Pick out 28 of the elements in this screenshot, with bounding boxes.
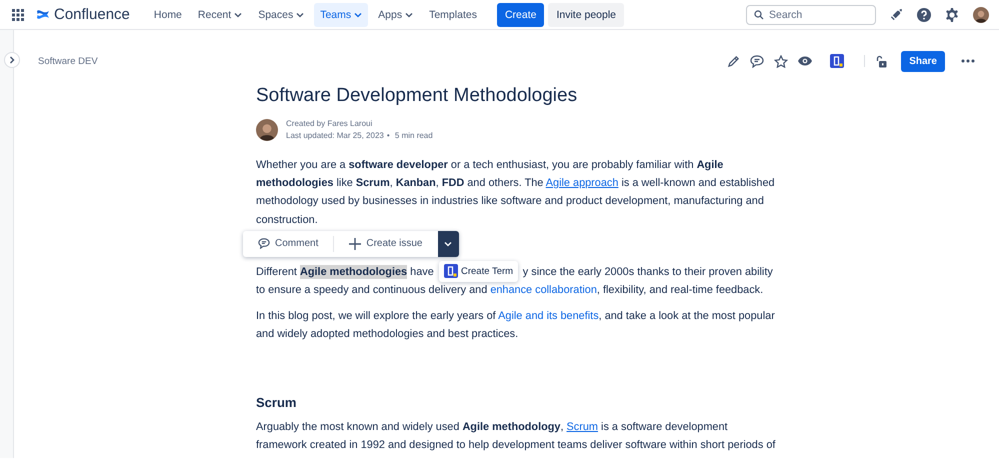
- separator-text: •: [386, 131, 390, 140]
- nav-item[interactable]: Recent: [192, 2, 248, 26]
- nav-item[interactable]: Spaces: [252, 2, 310, 26]
- author-text: Created by Fares Laroui: [286, 119, 372, 128]
- create-term-item[interactable]: Create Term: [444, 264, 514, 278]
- updated-text: Last updated: Mar 25, 2023: [286, 131, 384, 140]
- share-button[interactable]: Share: [901, 50, 945, 72]
- comment-button[interactable]: Comment: [243, 230, 334, 257]
- product-name: Confluence: [54, 6, 130, 23]
- nav-item[interactable]: Templates: [423, 2, 483, 26]
- link[interactable]: Agile and its benefits: [498, 310, 599, 322]
- create-issue-button[interactable]: Create issue: [334, 230, 438, 257]
- search-field[interactable]: Search: [746, 4, 876, 24]
- nav-item[interactable]: Apps: [372, 2, 420, 26]
- paragraph: Whether you are a software developer or a tech enthusiast, you are probably familiar with Agile methodologies like Scrum, Kanban, FDD and others. The Agile approach is a well-known and established methodology used by businesses in industries like software and product development, manufacturing and construction.: [256, 158, 776, 228]
- nav-item[interactable]: Teams: [314, 2, 368, 26]
- link[interactable]: Agile approach: [546, 177, 618, 190]
- page-title: Software Development Methodologies: [256, 84, 578, 108]
- read-time: 5 min read: [394, 131, 433, 140]
- link[interactable]: Scrum: [566, 420, 598, 433]
- invite-button[interactable]: Invite people: [548, 2, 624, 26]
- paragraph: In this blog post, we will explore the early years of Agile and its benefits, and take a look at the most popular and widely adopted methodologies and best practices.: [256, 309, 776, 342]
- link[interactable]: enhance collaboration: [490, 284, 597, 296]
- section-heading: Scrum: [256, 394, 298, 412]
- breadcrumb[interactable]: Software DEV: [38, 56, 98, 66]
- nav-item[interactable]: Home: [148, 2, 188, 26]
- paragraph: Arguably the most known and widely used Agile methodology, Scrum is a software development framework created in 1992 and designed to help development teams deliver software within short periods of: [256, 420, 776, 453]
- create-button[interactable]: Create: [496, 2, 544, 26]
